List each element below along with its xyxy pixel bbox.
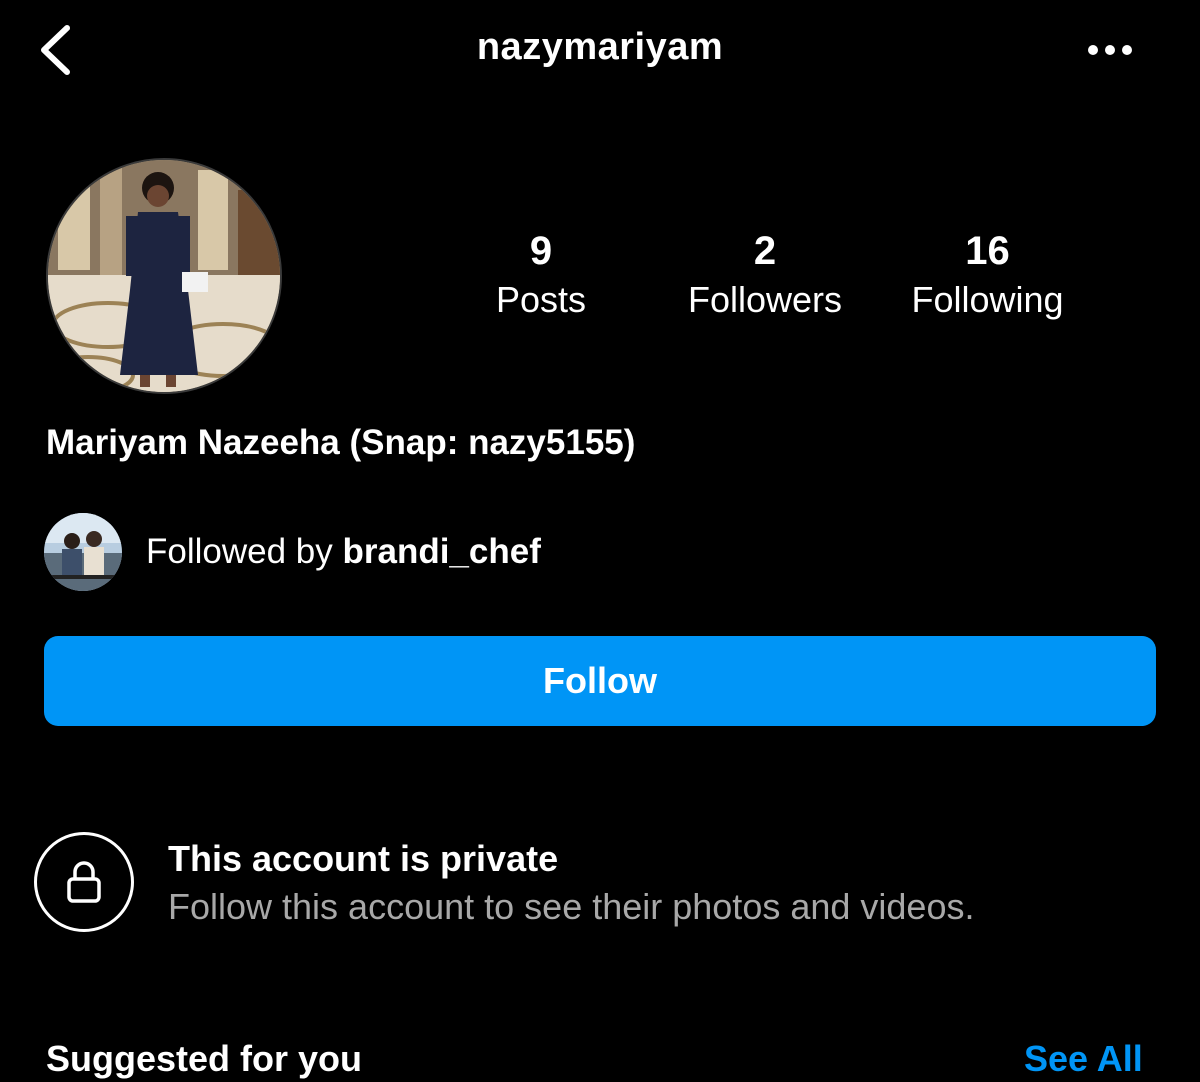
posts-label: Posts	[495, 279, 587, 320]
follow-button[interactable]: Follow	[44, 636, 1156, 726]
mutual-follower-username[interactable]: brandi_chef	[342, 532, 540, 571]
mutual-followers-row[interactable]: Followed by brandi_chef	[44, 512, 541, 592]
see-all-link[interactable]: See All	[1024, 1036, 1143, 1082]
profile-display-name: Mariyam Nazeeha (Snap: nazy5155)	[46, 423, 636, 462]
private-account-subtitle: Follow this account to see their photos …	[168, 886, 975, 927]
top-navigation-bar: nazymariyam	[0, 0, 1200, 100]
suggested-for-you-heading: Suggested for you	[46, 1038, 363, 1079]
followed-by-prefix: Followed by	[146, 532, 343, 571]
mutual-follower-avatar[interactable]	[44, 513, 122, 591]
followers-label: Followers	[687, 279, 843, 320]
more-options-button[interactable]	[1080, 30, 1140, 70]
lock-icon	[67, 861, 101, 903]
more-horizontal-icon	[1088, 45, 1132, 55]
mutual-follower-photo	[44, 513, 122, 591]
private-lock-badge	[34, 832, 134, 932]
profile-photo	[48, 160, 280, 392]
following-count: 16	[965, 229, 1010, 273]
followers-count: 2	[753, 229, 777, 273]
followed-by-text: Followed by brandi_chef	[146, 532, 541, 572]
private-account-title: This account is private	[168, 838, 559, 879]
posts-count-stat[interactable]: 9 Posts	[470, 226, 612, 324]
posts-count: 9	[529, 229, 553, 273]
following-label: Following	[911, 279, 1064, 320]
followers-count-stat[interactable]: 2 Followers	[670, 226, 860, 324]
profile-avatar[interactable]	[46, 158, 282, 394]
following-count-stat[interactable]: 16 Following	[895, 226, 1080, 324]
profile-username-title: nazymariyam	[476, 26, 724, 68]
